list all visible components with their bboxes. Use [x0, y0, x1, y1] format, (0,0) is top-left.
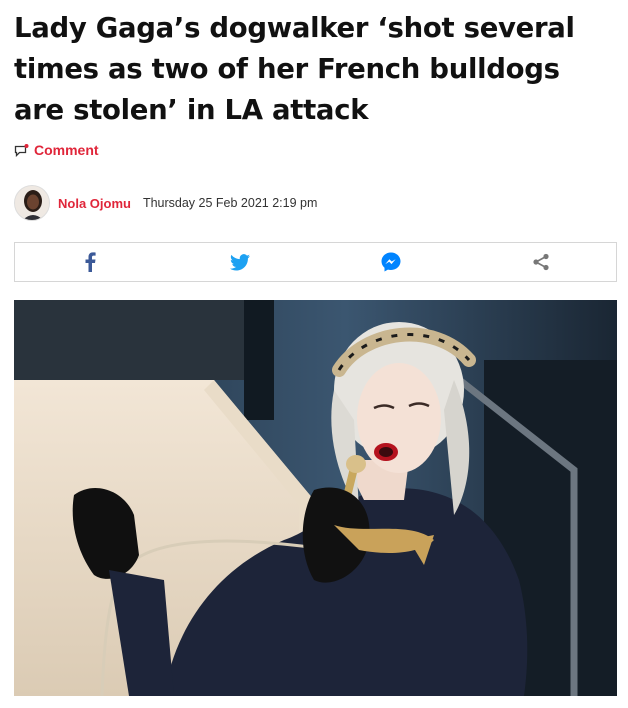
byline: Nola Ojomu Thursday 25 Feb 2021 2:19 pm	[14, 183, 317, 223]
hero-image	[14, 300, 617, 696]
messenger-share-button[interactable]	[316, 243, 466, 281]
hero-photo	[14, 300, 617, 696]
share-bar	[14, 242, 617, 282]
comment-icon	[14, 143, 29, 157]
twitter-share-button[interactable]	[165, 243, 315, 281]
comment-link[interactable]: Comment	[14, 140, 99, 160]
twitter-icon	[230, 253, 251, 270]
share-button[interactable]	[466, 243, 616, 281]
facebook-share-button[interactable]	[15, 243, 165, 281]
publish-date: Thursday 25 Feb 2021 2:19 pm	[142, 196, 318, 210]
article-headline: Lady Gaga’s dogwalker ‘shot several time…	[14, 12, 575, 126]
share-icon	[533, 253, 549, 271]
author-avatar[interactable]	[14, 185, 50, 221]
facebook-icon	[85, 252, 96, 272]
author-name[interactable]: Nola Ojomu	[58, 196, 131, 211]
comment-label[interactable]: Comment	[34, 142, 99, 158]
messenger-icon	[381, 252, 401, 272]
